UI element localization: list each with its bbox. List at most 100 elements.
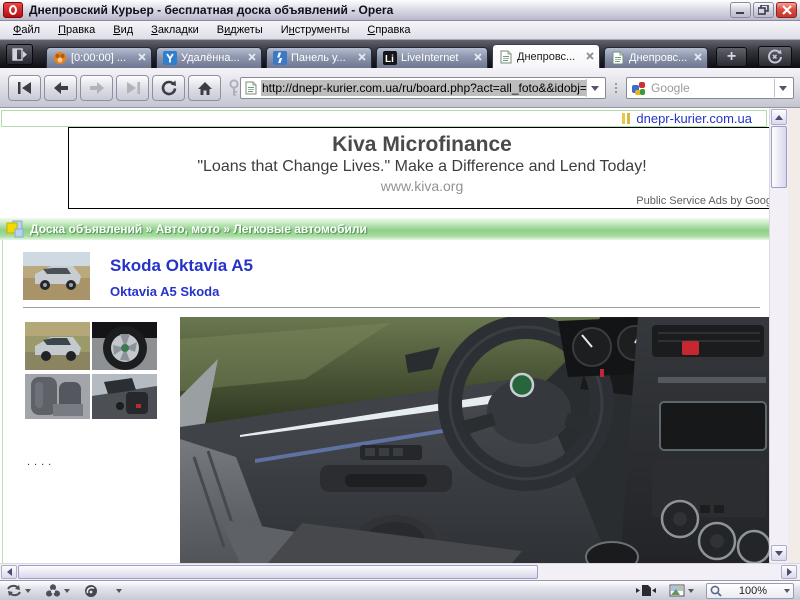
menu-file[interactable]: Файл [4,22,49,38]
thumbnail-wheel[interactable] [92,322,157,370]
zoom-control[interactable]: 100% [706,583,794,599]
toolbar-splitter-handle[interactable] [612,80,620,96]
tab-close-icon[interactable] [358,52,366,64]
minimize-button[interactable] [730,2,751,18]
vertical-scrollbar[interactable] [769,108,788,563]
tab-close-icon[interactable] [248,52,256,64]
panels-side-toggle[interactable] [635,584,657,597]
page-favicon [245,81,257,95]
opera-menu-icon[interactable] [3,2,23,18]
menu-view[interactable]: Вид [104,22,142,38]
images-toggle-button[interactable] [669,584,694,597]
tab-dnepr-active[interactable]: Днепровс... [492,44,600,68]
tab-label: Удалённа... [181,52,242,64]
opera-link-button[interactable] [6,584,31,597]
listing-title: Skoda Oktavia A5 [110,256,253,276]
chevron-down-icon[interactable] [116,589,122,593]
scroll-up-button[interactable] [771,109,787,125]
tab-close-icon[interactable] [474,52,482,64]
address-dropdown-button[interactable] [586,79,603,97]
new-tab-button[interactable]: + [716,47,747,67]
search-engine-dropdown[interactable] [774,79,791,97]
vertical-scroll-thumb[interactable] [771,126,787,188]
close-button[interactable] [776,2,797,18]
listing-subtitle-link[interactable]: Oktavia A5 Skoda [110,284,219,299]
search-box[interactable]: Google [626,77,794,99]
breadcrumb[interactable]: Доска объявлений » Авто, мото » Легковые… [30,222,367,236]
menu-help[interactable]: Справка [358,22,419,38]
zoom-dropdown-icon[interactable] [784,589,790,593]
zoom-level: 100% [725,585,781,597]
thumbnail-interior[interactable] [92,374,157,419]
horizontal-scrollbar[interactable] [0,563,800,580]
opera-turbo-button[interactable] [45,584,70,598]
page-left-border [2,240,3,563]
arrow-left-icon [7,568,12,576]
page-favicon [498,49,513,64]
rewind-button[interactable] [8,75,41,101]
restore-button[interactable] [753,2,774,18]
scroll-down-button[interactable] [771,545,787,561]
separator [23,307,760,308]
ad-attribution[interactable]: Public Service Ads by Goog [636,195,769,207]
menu-bar: Файл Правка Вид Закладки Виджеты Инструм… [0,21,800,40]
site-home-link[interactable]: dnepr-kurier.com.ua [636,111,752,126]
thumbnail-seats[interactable] [25,374,90,419]
chevron-down-icon [25,589,31,593]
tab-chat[interactable]: [0:00:00] ... [46,47,152,68]
opera-unite-button[interactable] [84,584,98,598]
lightning-favicon [272,51,287,66]
tab-close-icon[interactable] [694,52,702,64]
forward-button[interactable] [80,75,113,101]
home-icon [197,81,213,96]
status-bar: 100% [0,580,800,600]
window-title: Днепровский Курьер - бесплатная доска об… [29,3,393,17]
scroll-left-button[interactable] [1,565,17,579]
magnifier-icon [710,585,722,597]
tab-label: Днепровс... [629,52,688,64]
tab-close-icon[interactable] [138,52,146,64]
menu-widgets[interactable]: Виджеты [208,22,272,38]
search-placeholder[interactable]: Google [651,81,774,95]
thumbnail-exterior[interactable] [25,322,90,370]
page-favicon [610,51,625,66]
tab-liveinternet[interactable]: Li LiveInternet [376,47,488,68]
reload-button[interactable] [152,75,185,101]
reopen-tab-icon [767,49,783,64]
tab-label: Днепровс... [517,51,580,63]
tab-dnepr-2[interactable]: Днепровс... [604,47,708,68]
image-icon [669,584,685,597]
listing-main-thumbnail[interactable] [23,252,90,300]
scroll-right-button[interactable] [781,565,797,579]
web-page: dnepr-kurier.com.ua Kiva Microfinance "L… [0,108,769,563]
chevron-down-icon [779,86,787,91]
back-icon [53,81,69,95]
page-viewport: dnepr-kurier.com.ua Kiva Microfinance "L… [0,108,800,580]
turbo-fan-icon [45,584,61,598]
tab-label: Панель у... [291,52,352,64]
fast-forward-button[interactable] [116,75,149,101]
menu-bookmarks[interactable]: Закладки [142,22,208,38]
horizontal-scroll-thumb[interactable] [18,565,538,579]
tab-close-icon[interactable] [586,51,594,63]
closed-tabs-trash-button[interactable] [758,46,792,67]
ad-url[interactable]: www.kiva.org [69,178,769,194]
pager-dots[interactable]: .... [27,456,55,468]
tab-remote[interactable]: Удалённа... [156,47,262,68]
ad-tagline: "Loans that Change Lives." Make a Differ… [69,158,769,176]
menu-tools[interactable]: Инструменты [272,22,359,38]
navigation-toolbar: http://dnepr-kurier.com.ua/ru/board.php?… [0,68,800,108]
menu-edit[interactable]: Правка [49,22,104,38]
tab-panel[interactable]: Панель у... [266,47,372,68]
url-text[interactable]: http://dnepr-kurier.com.ua/ru/board.php?… [261,80,586,96]
title-bar: Днепровский Курьер - бесплатная доска об… [0,0,800,21]
back-button[interactable] [44,75,77,101]
svg-text:Li: Li [385,54,394,65]
ad-title[interactable]: Kiva Microfinance [69,133,769,157]
decor-bar [622,113,625,124]
panels-toggle-button[interactable] [6,44,33,65]
address-bar[interactable]: http://dnepr-kurier.com.ua/ru/board.php?… [240,77,606,99]
listing-photo-interior[interactable] [180,317,769,563]
home-button[interactable] [188,75,221,101]
ad-banner[interactable]: Kiva Microfinance "Loans that Change Liv… [68,127,769,209]
